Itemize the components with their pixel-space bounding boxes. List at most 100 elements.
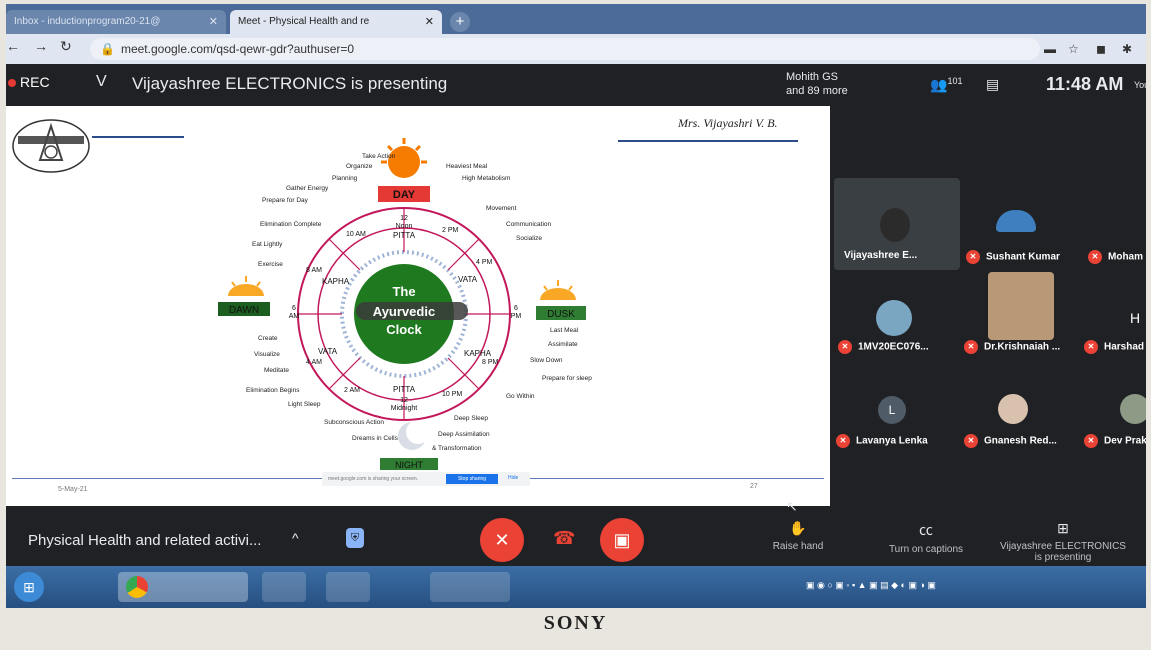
sunset-icon — [540, 280, 576, 300]
clock-title-3: Clock — [386, 322, 422, 337]
participant-tile-4[interactable]: ✕ 1MV20EC076... — [838, 340, 929, 354]
activity-exercise: Exercise — [258, 261, 283, 268]
activity-eat-lightly: Eat Lightly — [252, 241, 283, 248]
activity-deep-assimilation: Deep Assimilation — [438, 431, 490, 438]
screen: Inbox - inductionprogram20-21@ ✕ Meet - … — [6, 4, 1146, 608]
activity-dreams-in-cells: Dreams in Cells — [352, 435, 399, 442]
activity-subconscious-action: Subconscious Action — [324, 419, 384, 426]
meeting-name[interactable]: Physical Health and related activi... — [28, 532, 261, 549]
participant-tile-3[interactable]: ✕ Moham — [1088, 250, 1143, 264]
stop-sharing-button[interactable]: Stop sharing — [446, 474, 498, 484]
time-4pm: 4 PM — [476, 259, 493, 266]
dosha-vata-left: VATA — [318, 347, 338, 356]
night-label: NIGHT — [395, 460, 424, 470]
hang-up-icon[interactable]: ☎ — [553, 528, 575, 549]
mic-off-icon: ✕ — [964, 340, 978, 354]
participant-name-4: 1MV20EC076... — [858, 341, 929, 353]
extension-icon[interactable]: ◼ — [1096, 42, 1106, 56]
puzzle-icon[interactable]: ✱ — [1122, 42, 1132, 56]
activity-planning: Planning — [332, 175, 358, 182]
address-bar-row: ← → ↻ 🔒 meet.google.com/qsd-qewr-gdr?auth… — [6, 34, 1146, 64]
participant-name-9: Dev Prak — [1104, 435, 1146, 447]
monitor-brand-logo: SONY — [543, 612, 608, 634]
present-icon: ⊞ — [1057, 520, 1069, 536]
back-icon[interactable]: ← — [6, 38, 20, 54]
participant-more: and 89 more — [786, 85, 848, 97]
participant-tile-6[interactable]: ✕ Harshad — [1084, 340, 1144, 354]
new-tab-icon[interactable]: + — [450, 12, 470, 32]
participant-tile-8[interactable]: ✕ Gnanesh Red... — [964, 434, 1057, 448]
activity-elimination-begins: Elimination Begins — [246, 387, 300, 394]
activity-go-within: Go Within — [506, 393, 535, 400]
activity-visualize: Visualize — [254, 351, 280, 358]
explorer-icon[interactable] — [262, 572, 306, 602]
activity-light-sleep: Light Sleep — [288, 401, 321, 408]
moon-icon — [398, 420, 430, 450]
url-field[interactable]: 🔒 meet.google.com/qsd-qewr-gdr?authuser=0 — [90, 38, 1040, 60]
tab-meet[interactable]: Meet - Physical Health and re ✕ — [230, 10, 442, 34]
clock-title-1: The — [392, 284, 415, 299]
mic-off-icon: ✕ — [494, 530, 510, 550]
bookmark-star-icon[interactable]: ☆ — [1068, 42, 1079, 56]
presenting-title: Vijayashree ELECTRONICS is presenting — [132, 74, 448, 93]
tab-inbox[interactable]: Inbox - inductionprogram20-21@ ✕ — [6, 10, 226, 34]
matlab-icon[interactable] — [378, 572, 422, 602]
participant-grid: Vijayashree E... ✕ Sushant Kumar ✕ Moham ✕… — [830, 106, 1146, 506]
time-8am: 8 AM — [306, 267, 322, 274]
captions-button[interactable]: ㏄ Turn on captions — [878, 520, 974, 555]
slide-page-number: 27 — [750, 483, 758, 490]
activity-movement: Movement — [486, 205, 517, 212]
presenting-button[interactable]: ⊞ Vijayashree ELECTRONICS is presenting — [996, 520, 1130, 563]
chevron-up-icon[interactable]: ^ — [292, 530, 299, 546]
dosha-kapha-left: KAPHA — [322, 277, 350, 286]
chrome-taskbar-button[interactable] — [118, 572, 248, 602]
camera-toggle-button[interactable]: ▣ — [600, 518, 644, 562]
participant-tile-9[interactable]: ✕ Dev Prak — [1084, 434, 1146, 448]
mic-off-icon: ✕ — [836, 434, 850, 448]
participants-preview[interactable]: Mohith GS and 89 more — [786, 70, 848, 98]
forward-icon[interactable]: → — [34, 38, 48, 54]
mic-toggle-button[interactable]: ✕ — [480, 518, 524, 562]
rec-label: REC — [20, 74, 50, 90]
notepad-icon[interactable] — [326, 572, 370, 602]
activity-prepare-for-day: Prepare for Day — [262, 197, 309, 204]
you-label: You — [1134, 80, 1146, 90]
close-icon[interactable]: ✕ — [209, 10, 218, 34]
participant-name-1: Vijayashree E... — [844, 250, 918, 261]
participant-tile-7[interactable]: ✕ Lavanya Lenka — [836, 434, 928, 448]
mic-off-icon: ✕ — [1088, 250, 1102, 264]
hide-sharing-bar-button[interactable]: Hide — [508, 475, 518, 481]
close-icon[interactable]: ✕ — [425, 10, 434, 34]
time-10am: 10 AM — [346, 231, 366, 238]
participant-tile-5[interactable]: ✕ Dr.Krishnaiah ... — [964, 340, 1060, 354]
activity-high-metabolism: High Metabolism — [462, 175, 510, 182]
activity-heaviest-meal: Heaviest Meal — [446, 163, 488, 170]
shield-icon[interactable]: ⛨ — [346, 528, 364, 548]
record-dot-icon — [8, 79, 16, 87]
time-noon: 12 — [400, 215, 408, 222]
activity-prepare-for-sleep: Prepare for sleep — [542, 375, 592, 382]
time-6am: 6 — [292, 305, 296, 312]
app-icon[interactable] — [62, 572, 106, 602]
raise-hand-button[interactable]: ✋ Raise hand — [766, 520, 830, 552]
time-noon-label: Noon — [396, 223, 413, 230]
start-button[interactable]: ⊞ — [14, 572, 44, 602]
time-6pm: 6 — [514, 305, 518, 312]
participant-video[interactable] — [988, 272, 1054, 340]
browser-tab-bar: Inbox - inductionprogram20-21@ ✕ Meet - … — [6, 4, 1146, 34]
time-8pm: 8 PM — [482, 359, 499, 366]
chat-icon[interactable]: ▤ — [986, 76, 999, 93]
mic-off-icon: ✕ — [838, 340, 852, 354]
tab-inbox-label: Inbox - inductionprogram20-21@ — [14, 16, 161, 27]
key-icon[interactable]: ▬ — [1044, 42, 1056, 56]
presenting-line2: is presenting — [1034, 552, 1092, 563]
reload-icon[interactable]: ↻ — [60, 38, 72, 55]
participant-tile-2[interactable]: ✕ Sushant Kumar — [966, 250, 1060, 264]
participant-name-8: Gnanesh Red... — [984, 435, 1057, 447]
participant-name-7: Lavanya Lenka — [856, 435, 928, 447]
people-button[interactable]: 👥101 — [930, 76, 962, 94]
skype-icon[interactable] — [430, 572, 510, 602]
share-notice-text: meet.google.com is sharing your screen. — [328, 476, 419, 482]
people-icon: 👥 — [930, 76, 948, 93]
mic-off-icon: ✕ — [1084, 340, 1098, 354]
